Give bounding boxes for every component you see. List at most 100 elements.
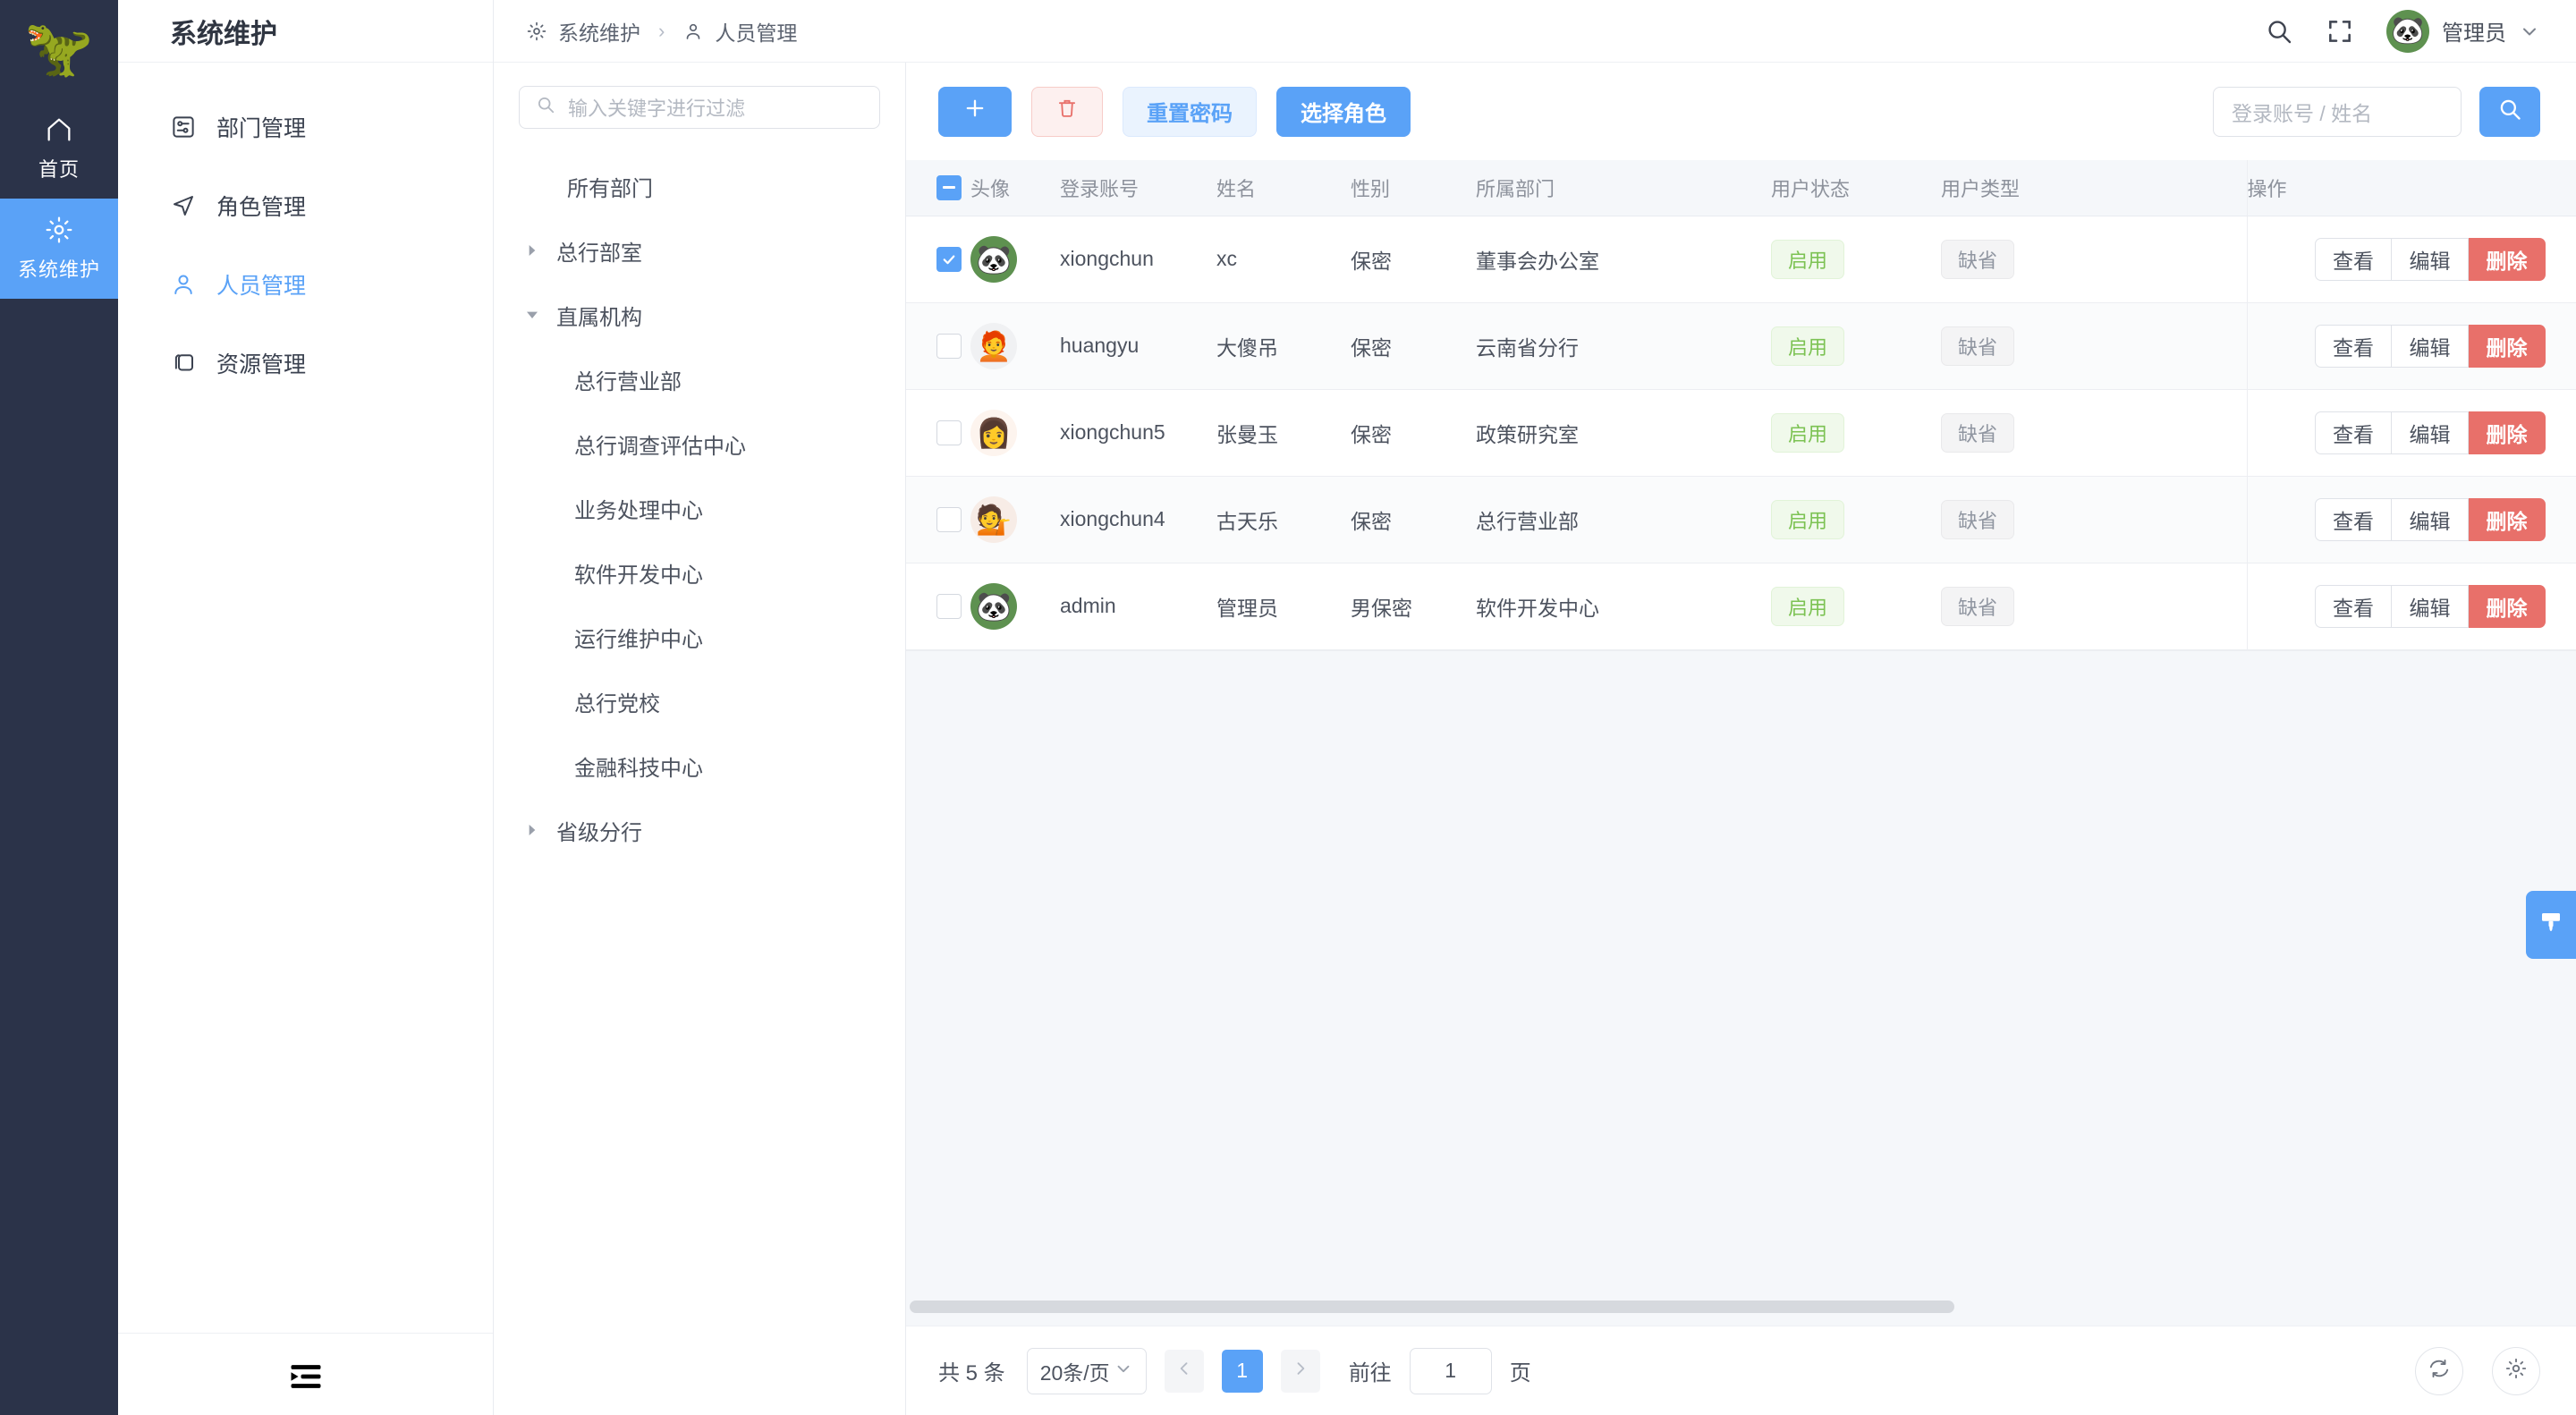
edit-button[interactable]: 编辑 xyxy=(2392,237,2469,281)
tree-node-label: 所有部门 xyxy=(567,176,653,201)
delete-button[interactable]: 删除 xyxy=(2469,324,2546,368)
delete-button[interactable]: 删除 xyxy=(2469,237,2546,281)
row-checkbox[interactable] xyxy=(936,246,962,272)
tree-node[interactable]: 总行调查评估中心 xyxy=(494,411,905,476)
row-checkbox[interactable] xyxy=(936,593,962,619)
next-page-button[interactable] xyxy=(1280,1349,1320,1393)
page-number-1[interactable]: 1 xyxy=(1221,1349,1263,1393)
tree-node[interactable]: 软件开发中心 xyxy=(494,540,905,605)
table-row[interactable]: 👩 xiongchun5 张曼玉 保密 政策研究室 启用 缺省 查看 编辑 删除 xyxy=(906,389,2576,477)
delete-button[interactable]: 删除 xyxy=(2469,411,2546,454)
settings-button[interactable] xyxy=(2492,1346,2540,1395)
chevron-down-icon xyxy=(1114,1359,1133,1384)
search-button[interactable] xyxy=(2479,86,2540,137)
user-icon xyxy=(682,21,704,42)
row-spacer xyxy=(2111,216,2247,303)
view-button[interactable]: 查看 xyxy=(2315,411,2392,454)
theme-brush-button[interactable] xyxy=(2526,890,2576,959)
department-tree-panel: 输入关键字进行过滤 所有部门 总行部室 直属机构 总行营业部 总行调查评估中心 … xyxy=(494,63,906,1415)
gear-icon xyxy=(2504,1357,2528,1385)
row-gender: 保密 xyxy=(1351,389,1476,477)
jump-unit-label: 页 xyxy=(1509,1361,1531,1385)
tree-node[interactable]: 所有部门 xyxy=(494,154,905,218)
delete-button[interactable] xyxy=(1031,86,1103,137)
tree-node[interactable]: 省级分行 xyxy=(494,798,905,862)
type-badge: 缺省 xyxy=(1941,239,2015,279)
rail-item-home-label: 首页 xyxy=(38,158,80,181)
search-icon[interactable] xyxy=(2265,17,2293,46)
row-status-cell: 启用 xyxy=(1771,216,1941,303)
tree-node[interactable]: 业务处理中心 xyxy=(494,476,905,540)
row-name: 管理员 xyxy=(1216,563,1351,650)
gear-icon xyxy=(44,215,74,245)
select-all-checkbox[interactable] xyxy=(936,174,962,200)
tree-node[interactable]: 总行部室 xyxy=(494,218,905,283)
table-row[interactable]: 🐼 admin 管理员 男保密 软件开发中心 启用 缺省 查看 编辑 删除 xyxy=(906,563,2576,650)
row-account: xiongchun4 xyxy=(1060,476,1216,563)
tree-node-label: 总行部室 xyxy=(556,241,642,266)
fullscreen-icon[interactable] xyxy=(2326,17,2354,46)
tree-node[interactable]: 运行维护中心 xyxy=(494,605,905,669)
row-dept: 政策研究室 xyxy=(1476,389,1771,477)
search-input[interactable]: 登录账号 / 姓名 xyxy=(2213,86,2462,137)
type-badge: 缺省 xyxy=(1941,499,2015,539)
delete-button[interactable]: 删除 xyxy=(2469,584,2546,628)
footer-actions xyxy=(2415,1346,2540,1395)
rail-item-system-maintenance[interactable]: 系统维护 xyxy=(0,199,118,299)
sidebar-item-resource[interactable]: 资源管理 xyxy=(118,324,493,402)
chevron-down-icon[interactable] xyxy=(521,308,544,322)
breadcrumb-item-system[interactable]: 系统维护 xyxy=(526,16,640,47)
row-dept: 总行营业部 xyxy=(1476,476,1771,563)
jump-page-input[interactable]: 1 xyxy=(1409,1347,1492,1394)
table-row[interactable]: 🧑‍🦰 huangyu 大傻吊 保密 云南省分行 启用 缺省 xyxy=(906,302,2576,390)
row-select-cell xyxy=(906,389,970,477)
sidebar-item-resource-label: 资源管理 xyxy=(216,352,307,377)
select-role-button[interactable]: 选择角色 xyxy=(1276,86,1411,137)
row-checkbox[interactable] xyxy=(936,506,962,532)
table-row[interactable]: 🐼 xiongchun xc 保密 董事会办公室 启用 缺省 查看 编辑 删除 xyxy=(906,216,2576,303)
tree-filter-input[interactable]: 输入关键字进行过滤 xyxy=(519,86,880,129)
topbar-actions: 🐼 管理员 xyxy=(2265,9,2540,53)
menu-fold-icon[interactable] xyxy=(286,1357,326,1393)
edit-button[interactable]: 编辑 xyxy=(2392,411,2469,454)
view-button[interactable]: 查看 xyxy=(2315,237,2392,281)
prev-page-button[interactable] xyxy=(1164,1349,1204,1393)
row-spacer xyxy=(2111,389,2247,477)
sidebar-item-role[interactable]: 角色管理 xyxy=(118,166,493,245)
edit-button[interactable]: 编辑 xyxy=(2392,324,2469,368)
row-checkbox[interactable] xyxy=(936,333,962,359)
row-type-cell: 缺省 xyxy=(1941,563,2111,650)
row-checkbox[interactable] xyxy=(936,419,962,445)
sidebar-item-personnel[interactable]: 人员管理 xyxy=(118,245,493,324)
breadcrumb-item-personnel[interactable]: 人员管理 xyxy=(682,16,797,47)
chevron-right-icon[interactable] xyxy=(521,823,544,837)
row-avatar-cell: 👩 xyxy=(970,389,1060,477)
status-badge: 启用 xyxy=(1771,499,1845,539)
edit-button[interactable]: 编辑 xyxy=(2392,584,2469,628)
tree-node[interactable]: 直属机构 xyxy=(494,283,905,347)
horizontal-scrollbar[interactable] xyxy=(910,1301,1954,1313)
breadcrumb-item-personnel-label: 人员管理 xyxy=(715,21,798,45)
delete-button[interactable]: 删除 xyxy=(2469,497,2546,541)
tree-node[interactable]: 金融科技中心 xyxy=(494,733,905,798)
view-button[interactable]: 查看 xyxy=(2315,497,2392,541)
row-gender: 保密 xyxy=(1351,476,1476,563)
chevron-right-icon[interactable] xyxy=(521,243,544,258)
refresh-button[interactable] xyxy=(2415,1346,2463,1395)
rail-item-home[interactable]: 首页 xyxy=(0,98,118,199)
status-badge: 启用 xyxy=(1771,326,1845,366)
trash-icon xyxy=(1055,97,1079,126)
sidebar-item-department[interactable]: 部门管理 xyxy=(118,88,493,166)
tree-node[interactable]: 总行党校 xyxy=(494,669,905,733)
view-button[interactable]: 查看 xyxy=(2315,584,2392,628)
table-row[interactable]: 💁 xiongchun4 古天乐 保密 总行营业部 启用 缺省 查看 编辑 删除 xyxy=(906,476,2576,563)
row-avatar-cell: 💁 xyxy=(970,476,1060,563)
add-button[interactable] xyxy=(938,86,1012,137)
page-size-select[interactable]: 20条/页 xyxy=(1026,1347,1147,1394)
user-menu[interactable]: 🐼 管理员 xyxy=(2386,9,2540,53)
tree-node[interactable]: 总行营业部 xyxy=(494,347,905,411)
user-table-wrap: 头像 登录账号 姓名 性别 所属部门 用户状态 用户类型 操作 🐼 xiongc… xyxy=(906,160,2576,1326)
edit-button[interactable]: 编辑 xyxy=(2392,497,2469,541)
view-button[interactable]: 查看 xyxy=(2315,324,2392,368)
reset-password-button[interactable]: 重置密码 xyxy=(1123,86,1257,137)
